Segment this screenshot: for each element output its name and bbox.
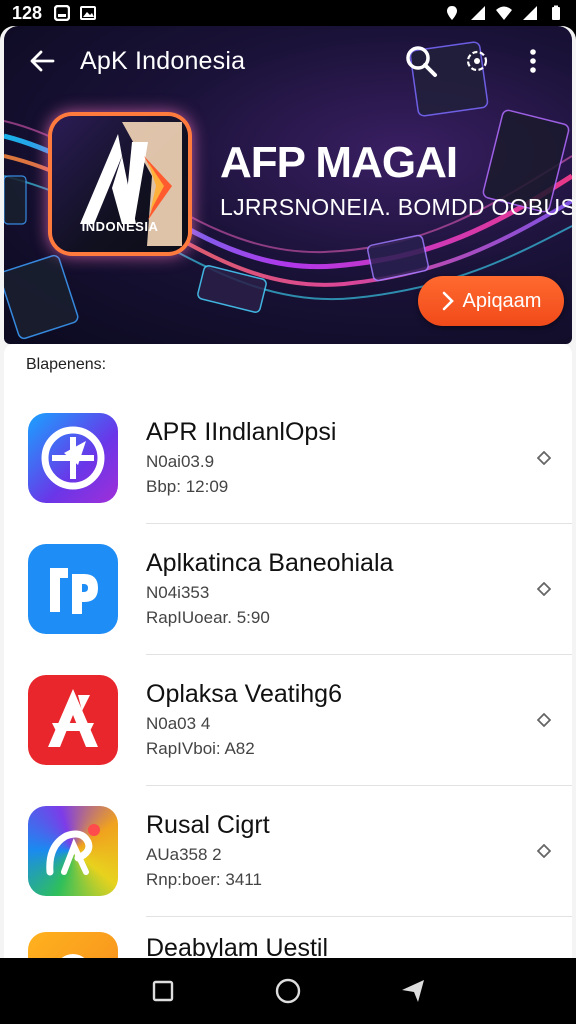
item-title: Rusal Cigrt xyxy=(146,811,270,839)
rp-app-icon xyxy=(28,543,118,634)
signal-icon xyxy=(471,6,485,20)
toolbar-title: ApK Indonesia xyxy=(80,46,246,75)
system-nav-bar xyxy=(0,958,576,1024)
wifi-icon xyxy=(496,6,512,20)
more-options-button[interactable] xyxy=(512,40,554,82)
status-bar: 128 xyxy=(0,0,576,26)
list-item[interactable]: Deabylam Uestil 6h4i352 xyxy=(4,916,572,958)
chevron-diamond-icon xyxy=(534,448,554,468)
compass-app-icon xyxy=(28,412,118,503)
section-label: Blapenens: xyxy=(26,356,107,373)
back-button[interactable] xyxy=(22,41,62,81)
item-title: Aplkatinca Baneohiala xyxy=(146,549,394,577)
chevron-diamond-icon xyxy=(534,841,554,861)
item-meta: RapIVboi: A82 xyxy=(146,739,255,758)
list-item[interactable]: Oplaksa Veatihg6 N0a03 4 RapIVboi: A82 xyxy=(4,654,572,785)
chevron-right-icon xyxy=(442,291,454,311)
item-meta: RapIUoear. 5:90 xyxy=(146,608,270,627)
item-subtitle: AUa358 2 xyxy=(146,845,222,864)
app-list: Blapenens: APR IIndlanlOpsi N0ai03.9 Bbp… xyxy=(4,344,572,958)
hero-banner: ApK Indonesia INDONESIA AFP MAGAI LJRRSN… xyxy=(4,26,572,344)
chevron-diamond-icon xyxy=(534,579,554,599)
cloud-app-icon xyxy=(28,932,118,958)
item-meta: Bbp: 12:09 xyxy=(146,477,229,496)
more-vert-icon xyxy=(530,49,536,73)
back-triangle-icon xyxy=(402,980,425,1002)
notification-icon xyxy=(54,5,71,21)
item-title: Deabylam Uestil xyxy=(146,934,329,958)
battery-icon xyxy=(552,5,560,20)
location-icon xyxy=(447,6,457,20)
image-icon xyxy=(80,6,97,20)
list-item[interactable]: APR IIndlanlOpsi N0ai03.9 Bbp: 12:09 xyxy=(4,392,572,523)
recents-button[interactable] xyxy=(139,967,187,1015)
item-meta: Rnp:boer: 3411 xyxy=(146,870,262,889)
item-title: Oplaksa Veatihg6 xyxy=(146,680,342,708)
signal-icon-2 xyxy=(523,6,537,20)
settings-icon xyxy=(466,50,488,72)
item-subtitle: N0ai03.9 xyxy=(146,452,215,471)
app-screen: ApK Indonesia INDONESIA AFP MAGAI LJRRSN… xyxy=(0,26,576,958)
paint-app-icon xyxy=(28,805,118,896)
cta-button[interactable]: Apiqaam xyxy=(418,276,564,326)
list-item[interactable]: Rusal Cigrt AUa358 2 Rnp:boer: 3411 xyxy=(4,785,572,916)
a-logo-app-icon xyxy=(28,674,118,765)
back-nav-button[interactable] xyxy=(389,967,437,1015)
logo-label: INDONESIA xyxy=(81,219,159,234)
status-time: 128 xyxy=(12,2,43,23)
home-circle-icon xyxy=(275,978,301,1004)
list-item[interactable]: Aplkatinca Baneohiala N04i353 RapIUoear.… xyxy=(4,523,572,654)
arrow-left-icon xyxy=(30,50,55,72)
banner-headline: AFP MAGAI xyxy=(220,138,458,187)
cta-label: Apiqaam xyxy=(462,289,542,312)
featured-app-logo[interactable]: INDONESIA xyxy=(52,116,188,252)
item-subtitle: N0a03 4 xyxy=(146,714,211,733)
settings-button[interactable] xyxy=(456,40,498,82)
item-title: APR IIndlanlOpsi xyxy=(146,418,337,446)
search-icon xyxy=(406,46,437,77)
home-button[interactable] xyxy=(264,967,312,1015)
search-button[interactable] xyxy=(400,40,442,82)
item-subtitle: N04i353 xyxy=(146,583,210,602)
banner-subline: LJRRSNONEIA. BOMDD OOBUSK xyxy=(220,194,572,220)
recents-square-icon xyxy=(152,980,173,1002)
chevron-diamond-icon xyxy=(534,710,554,730)
app-toolbar: ApK Indonesia xyxy=(4,26,572,96)
